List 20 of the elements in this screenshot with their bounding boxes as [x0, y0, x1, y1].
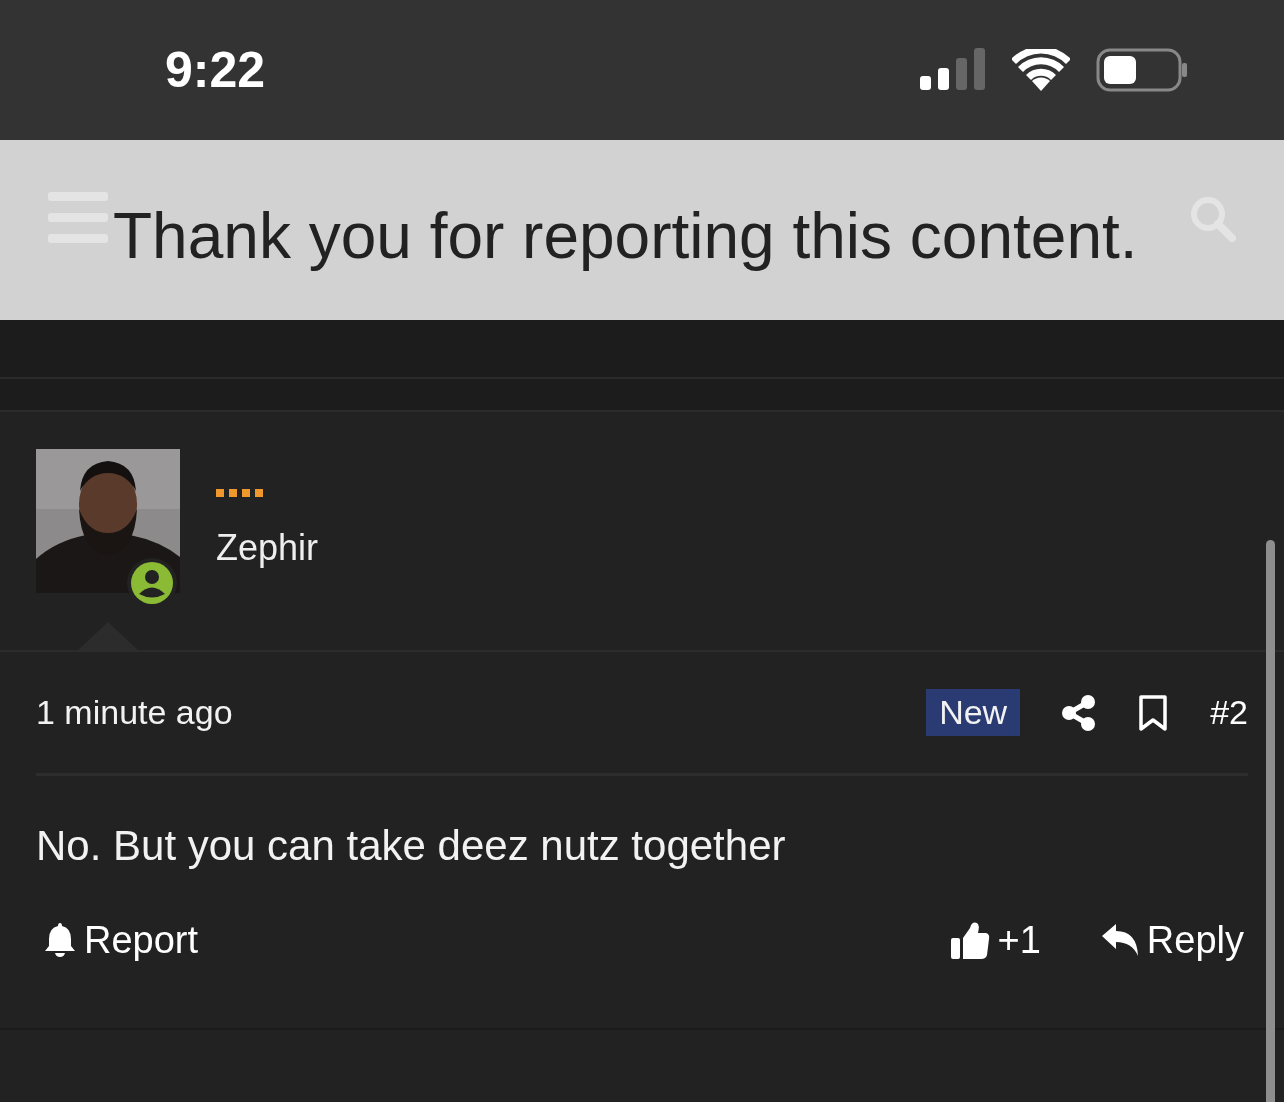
- reply-button[interactable]: Reply: [1100, 918, 1244, 962]
- rank-icon: [216, 489, 264, 497]
- wifi-icon: [1012, 49, 1070, 91]
- post-text: No. But you can take deez nutz together: [36, 821, 787, 871]
- share-icon[interactable]: [1062, 694, 1097, 731]
- new-badge: New: [926, 689, 1021, 736]
- like-button[interactable]: +1: [949, 918, 1041, 962]
- signal-icon: [920, 48, 986, 92]
- scrollbar[interactable]: [1266, 540, 1275, 1102]
- notice-text: Thank you for reporting this content.: [113, 199, 1138, 273]
- clock-time: 9:22: [165, 41, 266, 99]
- post-time: 1 minute ago: [36, 693, 233, 732]
- report-button[interactable]: Report: [44, 918, 199, 962]
- bell-icon: [44, 922, 76, 958]
- username-link[interactable]: Zephir: [216, 527, 319, 569]
- post-number-link[interactable]: #2: [1210, 693, 1248, 732]
- bookmark-icon[interactable]: [1138, 694, 1169, 731]
- thumbs-up-icon: [949, 920, 990, 960]
- battery-icon: [1096, 47, 1188, 93]
- reply-icon: [1100, 923, 1139, 957]
